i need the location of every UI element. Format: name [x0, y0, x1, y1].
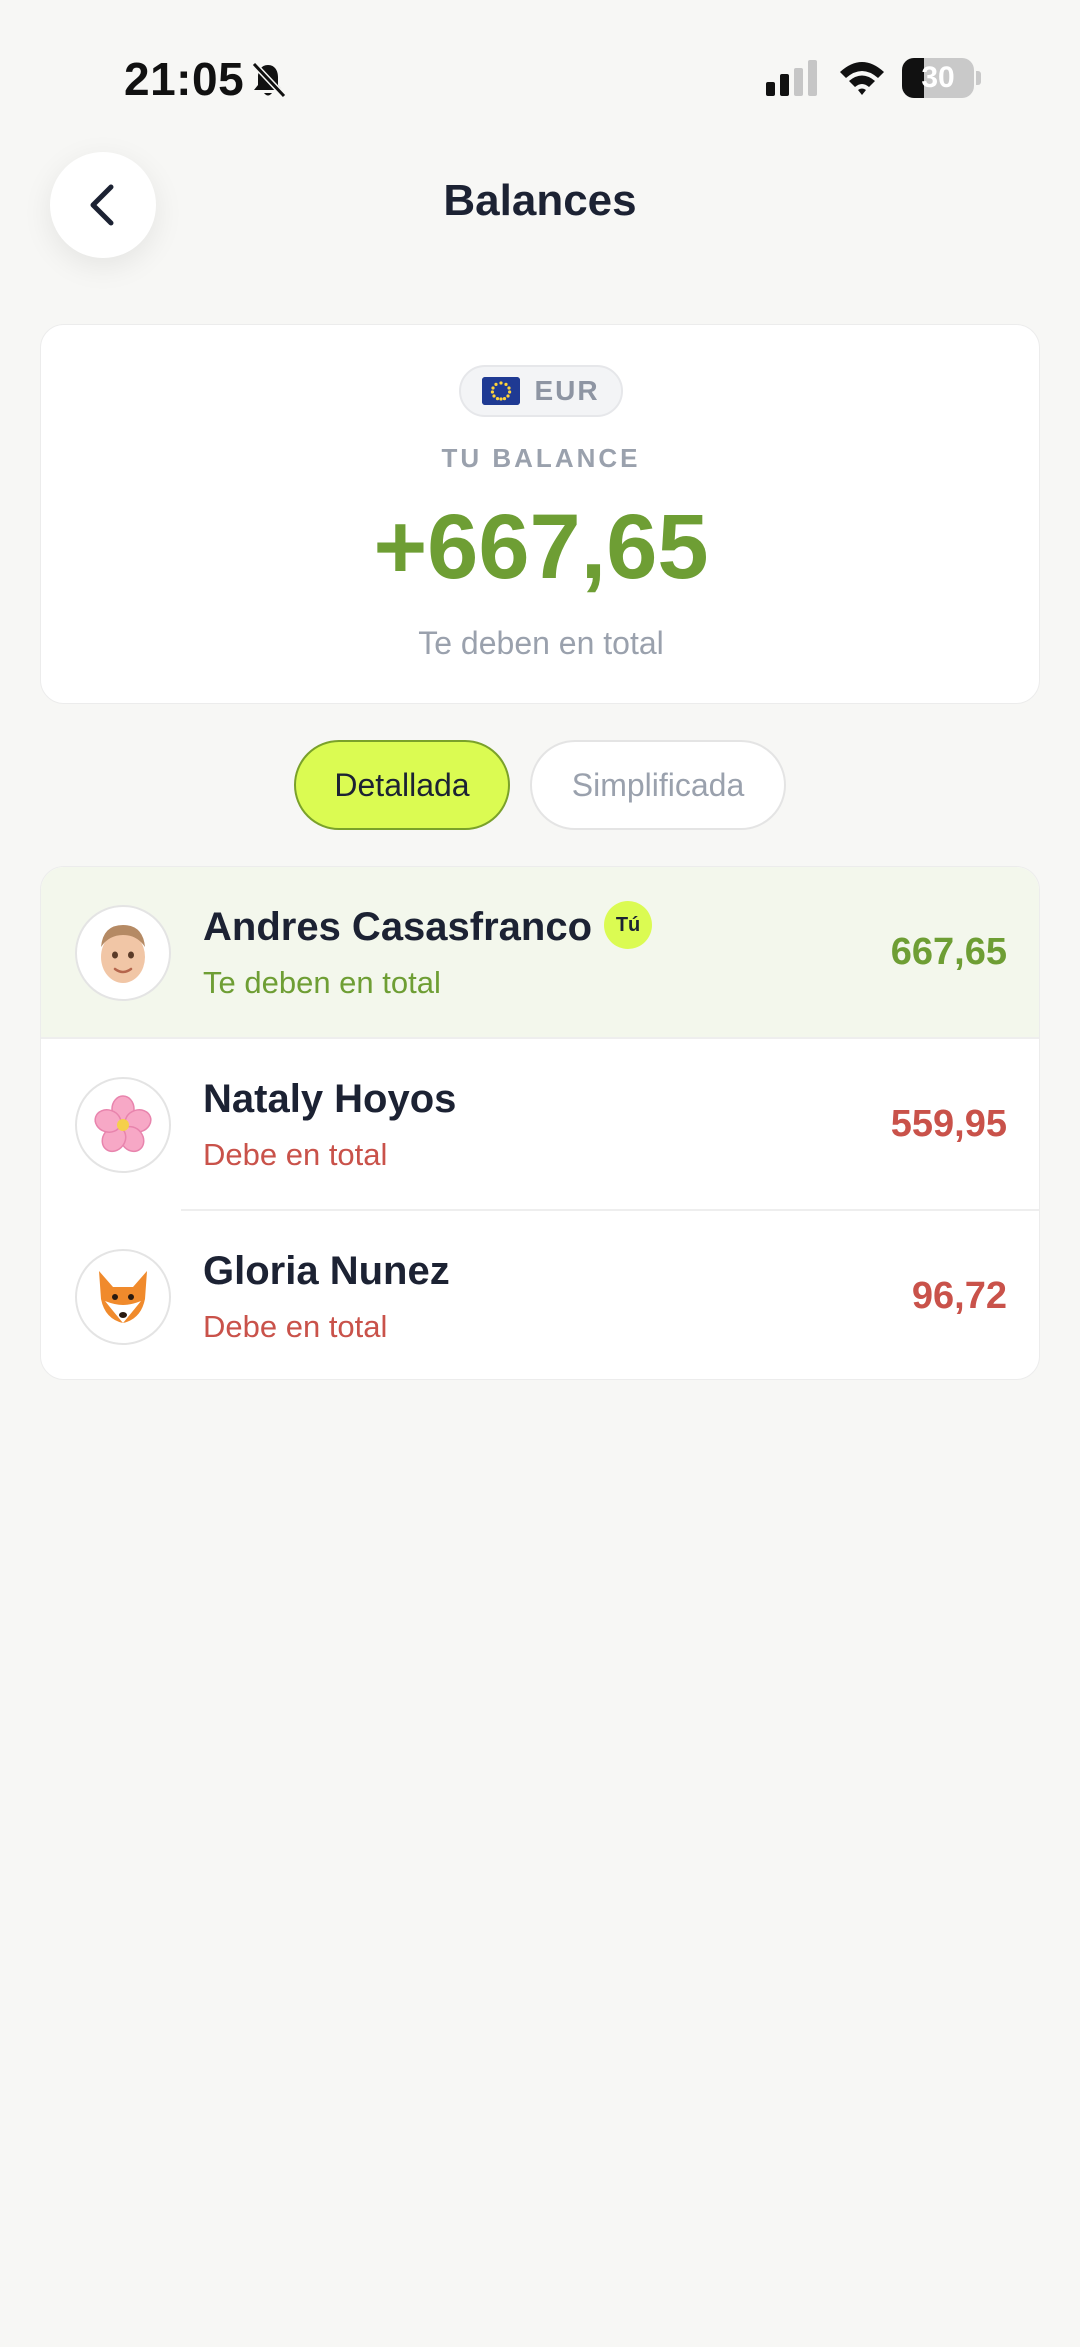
member-status: Debe en total: [203, 1309, 388, 1344]
memoji-face-graphic: [101, 925, 145, 983]
member-name-text: Andres Casasfranco: [203, 905, 593, 949]
bell-slash-icon: [251, 61, 287, 99]
currency-code: EUR: [534, 375, 600, 406]
eu-flag-icon: [482, 377, 521, 405]
battery-body: 30: [902, 58, 974, 98]
member-amount: 96,72: [911, 1275, 1007, 1317]
cellular-signal-icon: [766, 60, 817, 96]
tab-detallada[interactable]: Detallada: [294, 740, 510, 830]
member-amount: 667,65: [890, 931, 1007, 973]
fox-face-icon: [75, 1249, 171, 1345]
balances-screen: 21:05 30 Balances EUR TU BALANCE +667,65…: [0, 0, 1080, 2347]
member-name: Gloria Nunez: [203, 1249, 450, 1293]
member-row-nataly[interactable]: Nataly Hoyos Debe en total 559,95: [41, 1039, 1039, 1211]
member-name: Andres Casasfranco Tú: [203, 901, 653, 953]
member-row-andres[interactable]: Andres Casasfranco Tú Te deben en total 6…: [41, 867, 1039, 1039]
battery-icon: 30: [902, 58, 981, 98]
page-title: Balances: [443, 176, 637, 225]
memoji-face-icon: [75, 905, 171, 1001]
you-badge: Tú: [604, 901, 653, 950]
status-time: 21:05: [124, 53, 245, 105]
tab-simplificada[interactable]: Simplificada: [530, 740, 786, 830]
balance-card: EUR TU BALANCE +667,65 Te deben en total: [40, 324, 1040, 704]
battery-level: 30: [921, 61, 955, 94]
balance-caption: Te deben en total: [418, 625, 664, 661]
cherry-blossom-icon: [75, 1077, 171, 1173]
member-status: Debe en total: [203, 1137, 388, 1172]
member-name: Nataly Hoyos: [203, 1077, 457, 1121]
currency-chip[interactable]: EUR: [459, 365, 623, 417]
member-status: Te deben en total: [203, 965, 441, 1000]
balance-amount: +667,65: [373, 496, 709, 598]
wifi-icon: [840, 62, 884, 95]
fox-face-graphic: [99, 1271, 147, 1323]
member-amount: 559,95: [890, 1103, 1007, 1145]
balance-label: TU BALANCE: [441, 443, 641, 473]
status-bar: 21:05 30: [0, 0, 1080, 150]
member-row-gloria[interactable]: Gloria Nunez Debe en total 96,72: [41, 1211, 1039, 1379]
cherry-blossom-graphic: [94, 1095, 152, 1153]
members-list: Andres Casasfranco Tú Te deben en total 6…: [40, 866, 1040, 1380]
battery-cap: [976, 71, 981, 85]
